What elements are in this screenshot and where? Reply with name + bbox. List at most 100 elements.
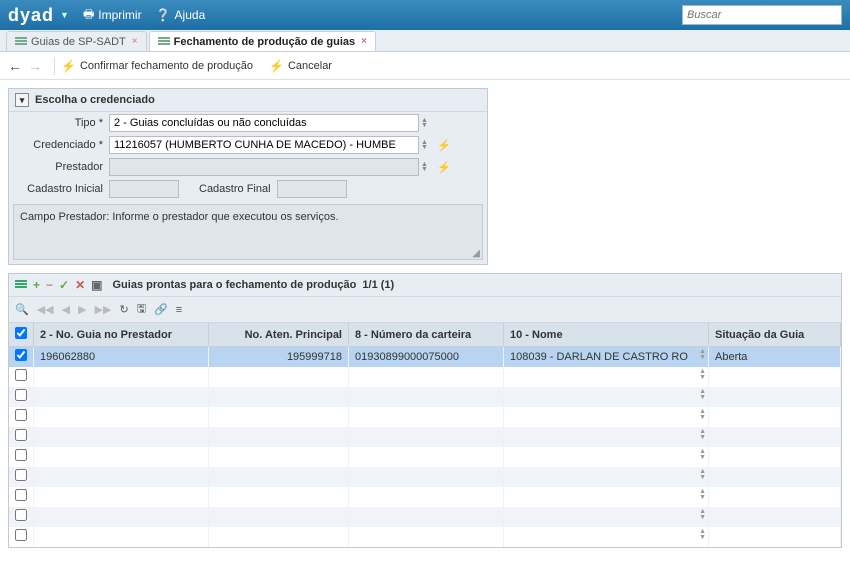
- cell-spinner[interactable]: ▲▼: [699, 409, 706, 421]
- table-row[interactable]: ▲▼: [9, 367, 841, 387]
- tab-guias-sp-sadt[interactable]: Guias de SP-SADT ×: [6, 31, 147, 51]
- tab-label: Guias de SP-SADT: [31, 36, 126, 48]
- print-label: Imprimir: [98, 8, 141, 22]
- col-aten-principal[interactable]: No. Aten. Principal: [209, 323, 349, 347]
- table-row[interactable]: ▲▼: [9, 387, 841, 407]
- prestador-spinner[interactable]: ▲▼: [421, 162, 433, 172]
- last-page-icon[interactable]: ▶▶: [95, 303, 112, 316]
- refresh-icon[interactable]: ↻: [119, 303, 128, 316]
- tipo-label: Tipo *: [9, 117, 109, 129]
- table-row[interactable]: ▲▼: [9, 447, 841, 467]
- cadastro-final-label: Cadastro Final: [199, 183, 271, 195]
- panel-header: ▾ Escolha o credenciado: [9, 89, 487, 112]
- cell-spinner[interactable]: ▲▼: [699, 389, 706, 401]
- cell-spinner[interactable]: ▲▼: [699, 429, 706, 441]
- confirm-button[interactable]: ⚡ Confirmar fechamento de produção: [61, 59, 253, 73]
- prev-page-icon[interactable]: ◀: [62, 303, 70, 316]
- add-row-button[interactable]: +: [33, 278, 40, 292]
- tipo-input[interactable]: [109, 114, 419, 132]
- row-checkbox[interactable]: [15, 389, 27, 401]
- cell-spinner[interactable]: ▲▼: [699, 449, 706, 461]
- col-nome[interactable]: 10 - Nome: [504, 323, 709, 347]
- cell-spinner[interactable]: ▲▼: [699, 529, 706, 541]
- row-cadastro: Cadastro Inicial Cadastro Final: [9, 178, 487, 200]
- row-checkbox[interactable]: [15, 449, 27, 461]
- remove-row-button[interactable]: −: [46, 278, 53, 292]
- grid-count: 1/1 (1): [362, 279, 394, 291]
- row-checkbox[interactable]: [15, 509, 27, 521]
- close-icon[interactable]: ×: [132, 36, 138, 47]
- next-page-icon[interactable]: ▶: [78, 303, 86, 316]
- row-checkbox[interactable]: [15, 369, 27, 381]
- cell-aten[interactable]: 195999718: [209, 347, 349, 367]
- row-checkbox[interactable]: [15, 349, 27, 361]
- search-grid-icon[interactable]: 🔍: [15, 303, 29, 316]
- table-row[interactable]: ▲▼: [9, 507, 841, 527]
- credenciado-action-icon[interactable]: ⚡: [437, 139, 451, 152]
- cancel-label: Cancelar: [288, 60, 332, 72]
- cell-spinner[interactable]: ▲▼: [699, 369, 706, 381]
- table-row[interactable]: ▲▼: [9, 527, 841, 547]
- prestador-action-icon[interactable]: ⚡: [437, 161, 451, 174]
- confirm-label: Confirmar fechamento de produção: [80, 60, 253, 72]
- cadastro-final-input[interactable]: [277, 180, 347, 198]
- credenciado-spinner[interactable]: ▲▼: [421, 140, 433, 150]
- cell-spinner[interactable]: ▲▼: [699, 489, 706, 501]
- doc-button[interactable]: ▣: [91, 278, 102, 292]
- checkbox-header[interactable]: [9, 323, 34, 347]
- row-checkbox[interactable]: [15, 469, 27, 481]
- col-numero-carteira[interactable]: 8 - Número da carteira: [349, 323, 504, 347]
- menu-icon[interactable]: ≡: [176, 304, 182, 316]
- cadastro-inicial-label: Cadastro Inicial: [9, 183, 109, 195]
- row-checkbox[interactable]: [15, 429, 27, 441]
- cadastro-inicial-input[interactable]: [109, 180, 179, 198]
- panel-title: Escolha o credenciado: [35, 94, 155, 106]
- search-container: [682, 5, 842, 25]
- help-button[interactable]: ❔ Ajuda: [156, 8, 206, 22]
- cell-situacao[interactable]: Aberta: [709, 347, 841, 367]
- data-table: 2 - No. Guia no Prestador No. Aten. Prin…: [9, 323, 841, 547]
- nav-back-button[interactable]: ←: [8, 58, 22, 74]
- print-button[interactable]: 🖶 Imprimir: [83, 5, 142, 26]
- search-input[interactable]: [682, 5, 842, 25]
- close-icon[interactable]: ×: [361, 36, 367, 47]
- table-row[interactable]: ▲▼: [9, 427, 841, 447]
- collapse-toggle[interactable]: ▾: [15, 93, 29, 107]
- cell-carteira[interactable]: 01930899000075000: [349, 347, 504, 367]
- app-menu-dropdown[interactable]: ▼: [60, 10, 69, 20]
- cell-spinner[interactable]: ▲▼: [699, 469, 706, 481]
- resize-handle[interactable]: ◢: [472, 248, 480, 259]
- cell-spinner[interactable]: ▲▼: [699, 509, 706, 521]
- export-icon[interactable]: 🖫: [137, 300, 146, 319]
- row-prestador: Prestador ▲▼ ⚡: [9, 156, 487, 178]
- table-row[interactable]: ▲▼: [9, 407, 841, 427]
- row-checkbox[interactable]: [15, 409, 27, 421]
- col-guia-prestador[interactable]: 2 - No. Guia no Prestador: [34, 323, 209, 347]
- list-view-icon[interactable]: [15, 280, 27, 290]
- cell-spinner[interactable]: ▲▼: [699, 349, 706, 361]
- tab-fechamento[interactable]: Fechamento de produção de guias ×: [149, 31, 376, 51]
- row-checkbox[interactable]: [15, 489, 27, 501]
- link-icon[interactable]: 🔗: [154, 303, 168, 316]
- cell-guia[interactable]: 196062880: [34, 347, 209, 367]
- nav-forward-button[interactable]: →: [28, 58, 42, 74]
- col-situacao[interactable]: Situação da Guia: [709, 323, 841, 347]
- confirm-row-button[interactable]: ✓: [59, 278, 69, 292]
- bolt-icon: ⚡: [269, 59, 284, 73]
- row-checkbox[interactable]: [15, 529, 27, 541]
- credenciado-input[interactable]: [109, 136, 419, 154]
- cancel-button[interactable]: ⚡ Cancelar: [269, 59, 332, 73]
- tipo-spinner[interactable]: ▲▼: [421, 118, 433, 128]
- top-bar: dyad ▼ 🖶 Imprimir ❔ Ajuda: [0, 0, 850, 30]
- table-row[interactable]: 196062880 195999718 01930899000075000 10…: [9, 347, 841, 367]
- print-icon: 🖶: [83, 5, 94, 26]
- table-row[interactable]: ▲▼: [9, 487, 841, 507]
- first-page-icon[interactable]: ◀◀: [37, 303, 54, 316]
- grid-title: Guias prontas para o fechamento de produ…: [113, 279, 357, 291]
- prestador-input[interactable]: [109, 158, 419, 176]
- cell-nome[interactable]: 108039 - DARLAN DE CASTRO RO▲▼: [504, 347, 709, 367]
- grid-toolbar-2: 🔍 ◀◀ ◀ ▶ ▶▶ ↻ 🖫 🔗 ≡: [9, 297, 841, 323]
- select-all-checkbox[interactable]: [15, 327, 27, 339]
- cancel-row-button[interactable]: ✕: [75, 278, 85, 292]
- table-row[interactable]: ▲▼: [9, 467, 841, 487]
